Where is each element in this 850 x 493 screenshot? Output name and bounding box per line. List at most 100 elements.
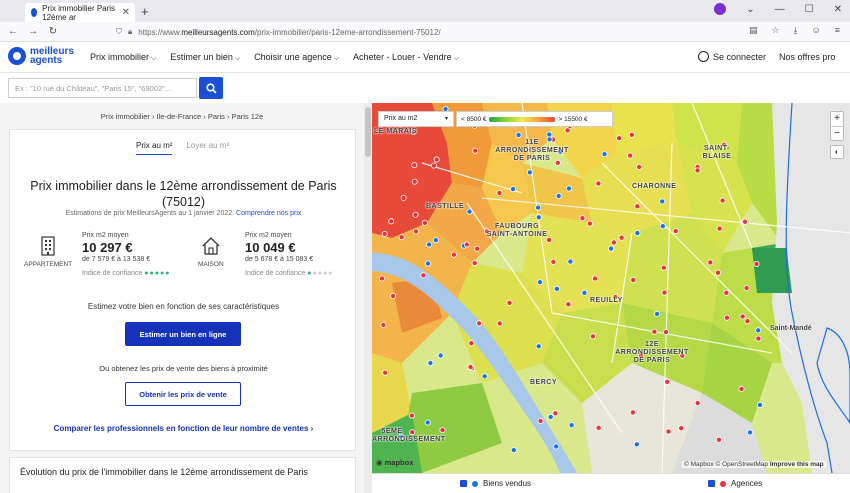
map-canvas[interactable] bbox=[372, 103, 850, 473]
agence-marker[interactable] bbox=[739, 313, 746, 320]
agence-marker[interactable] bbox=[413, 228, 420, 235]
agence-marker[interactable] bbox=[468, 340, 475, 347]
agence-marker[interactable] bbox=[694, 167, 701, 174]
agence-marker[interactable] bbox=[381, 230, 388, 237]
checkbox-icon[interactable] bbox=[460, 480, 467, 487]
agence-marker[interactable] bbox=[411, 162, 418, 169]
agence-marker[interactable] bbox=[707, 259, 714, 266]
improve-map-link[interactable]: Improve this map bbox=[770, 461, 824, 468]
menu-acheter-louer-vendre[interactable]: Acheter - Louer - Vendre ⌵ bbox=[353, 52, 459, 63]
bien-vendu-marker[interactable] bbox=[756, 401, 763, 408]
agence-marker[interactable] bbox=[627, 152, 634, 159]
agence-marker[interactable] bbox=[586, 220, 593, 227]
search-input[interactable]: Ex : "10 rue du Château", "Paris 15", "6… bbox=[8, 78, 197, 98]
agence-marker[interactable] bbox=[565, 301, 572, 308]
checkbox-icon[interactable] bbox=[708, 480, 715, 487]
agence-marker[interactable] bbox=[463, 241, 470, 248]
legend-agences[interactable]: Agences bbox=[708, 479, 762, 488]
agence-marker[interactable] bbox=[537, 417, 544, 424]
bien-vendu-marker[interactable] bbox=[536, 279, 543, 286]
zoom-in-button[interactable]: + bbox=[831, 112, 843, 126]
bien-vendu-marker[interactable] bbox=[553, 443, 560, 450]
agence-marker[interactable] bbox=[591, 275, 598, 282]
agence-marker[interactable] bbox=[694, 400, 701, 407]
agence-marker[interactable] bbox=[411, 178, 418, 185]
reload-icon[interactable]: ↻ bbox=[46, 26, 60, 37]
agence-marker[interactable] bbox=[420, 272, 427, 279]
mapbox-logo[interactable]: ◉ mapbox bbox=[376, 458, 413, 467]
price-map[interactable]: Prix au m2 ▾ < 8500 € > 15500 € + − ◐ 11… bbox=[372, 103, 850, 473]
agence-marker[interactable] bbox=[430, 162, 437, 169]
agence-marker[interactable] bbox=[421, 219, 428, 226]
understand-prices-link[interactable]: Comprendre nos prix bbox=[236, 210, 301, 217]
agence-marker[interactable] bbox=[579, 215, 586, 222]
breadcrumb-item[interactable]: Paris bbox=[208, 112, 225, 121]
bien-vendu-marker[interactable] bbox=[755, 327, 762, 334]
agence-marker[interactable] bbox=[388, 218, 395, 225]
agence-marker[interactable] bbox=[660, 264, 667, 271]
bien-vendu-marker[interactable] bbox=[567, 258, 574, 265]
agence-marker[interactable] bbox=[616, 135, 623, 142]
menu-icon[interactable]: ≡ bbox=[835, 25, 840, 36]
download-icon[interactable]: ⤓ bbox=[794, 25, 798, 36]
bien-vendu-marker[interactable] bbox=[581, 289, 588, 296]
bien-vendu-marker[interactable] bbox=[546, 131, 553, 138]
back-icon[interactable]: ← bbox=[6, 26, 20, 37]
agence-marker[interactable] bbox=[719, 197, 726, 204]
offers-pro-link[interactable]: Nos offres pro bbox=[779, 52, 835, 62]
agence-marker[interactable] bbox=[471, 260, 478, 267]
agence-marker[interactable] bbox=[636, 164, 643, 171]
agence-marker[interactable] bbox=[715, 436, 722, 443]
search-button[interactable] bbox=[199, 77, 223, 99]
bien-vendu-marker[interactable] bbox=[466, 208, 473, 215]
agence-marker[interactable] bbox=[398, 234, 405, 241]
agence-marker[interactable] bbox=[610, 239, 617, 246]
agence-marker[interactable] bbox=[506, 299, 513, 306]
agence-marker[interactable] bbox=[433, 156, 440, 163]
agence-marker[interactable] bbox=[439, 427, 446, 434]
agence-marker[interactable] bbox=[467, 363, 474, 370]
agence-marker[interactable] bbox=[651, 328, 658, 335]
agence-marker[interactable] bbox=[382, 369, 389, 376]
scrollbar[interactable] bbox=[364, 103, 372, 493]
agence-marker[interactable] bbox=[738, 385, 745, 392]
agence-marker[interactable] bbox=[629, 409, 636, 416]
agence-marker[interactable] bbox=[595, 180, 602, 187]
new-tab-button[interactable]: + bbox=[141, 4, 149, 19]
menu-estimer[interactable]: Estimer un bien ⌵ bbox=[170, 52, 240, 63]
scrollbar-thumb[interactable] bbox=[365, 107, 371, 157]
bien-vendu-marker[interactable] bbox=[535, 214, 542, 221]
bien-vendu-marker[interactable] bbox=[633, 441, 640, 448]
bien-vendu-marker[interactable] bbox=[510, 447, 517, 454]
url-bar[interactable]: ⛉ 🔒︎ https://www.meilleursagents.com/pri… bbox=[110, 25, 760, 39]
agence-marker[interactable] bbox=[618, 234, 625, 241]
get-sales-prices-button[interactable]: Obtenir les prix de vente bbox=[125, 382, 241, 406]
browser-tab[interactable]: Prix immobilier Paris 12ème ar ✕ bbox=[25, 3, 135, 22]
agence-marker[interactable] bbox=[552, 410, 559, 417]
agence-marker[interactable] bbox=[630, 276, 637, 283]
agence-marker[interactable] bbox=[412, 211, 419, 218]
bien-vendu-marker[interactable] bbox=[432, 237, 439, 244]
agence-marker[interactable] bbox=[634, 203, 641, 210]
bien-vendu-marker[interactable] bbox=[510, 186, 517, 193]
agence-marker[interactable] bbox=[496, 189, 503, 196]
compass-icon[interactable]: ◐ bbox=[830, 145, 844, 159]
agence-marker[interactable] bbox=[672, 228, 679, 235]
agence-marker[interactable] bbox=[450, 251, 457, 258]
bien-vendu-marker[interactable] bbox=[608, 245, 615, 252]
agence-marker[interactable] bbox=[400, 194, 407, 201]
agence-marker[interactable] bbox=[743, 285, 750, 292]
attribution-text[interactable]: © Mapbox © OpenStreetMap bbox=[684, 461, 768, 468]
agence-marker[interactable] bbox=[379, 275, 386, 282]
agence-marker[interactable] bbox=[661, 289, 668, 296]
tab-prix-m2[interactable]: Prix au m² bbox=[136, 141, 173, 155]
agence-marker[interactable] bbox=[474, 245, 481, 252]
agence-marker[interactable] bbox=[476, 320, 483, 327]
breadcrumb-item[interactable]: Ile-de-France bbox=[157, 112, 202, 121]
tab-loyer-m2[interactable]: Loyer au m² bbox=[186, 141, 229, 155]
bien-vendu-marker[interactable] bbox=[535, 343, 542, 350]
agence-marker[interactable] bbox=[380, 321, 387, 328]
bien-vendu-marker[interactable] bbox=[526, 169, 533, 176]
bien-vendu-marker[interactable] bbox=[481, 373, 488, 380]
agence-marker[interactable] bbox=[408, 412, 415, 419]
